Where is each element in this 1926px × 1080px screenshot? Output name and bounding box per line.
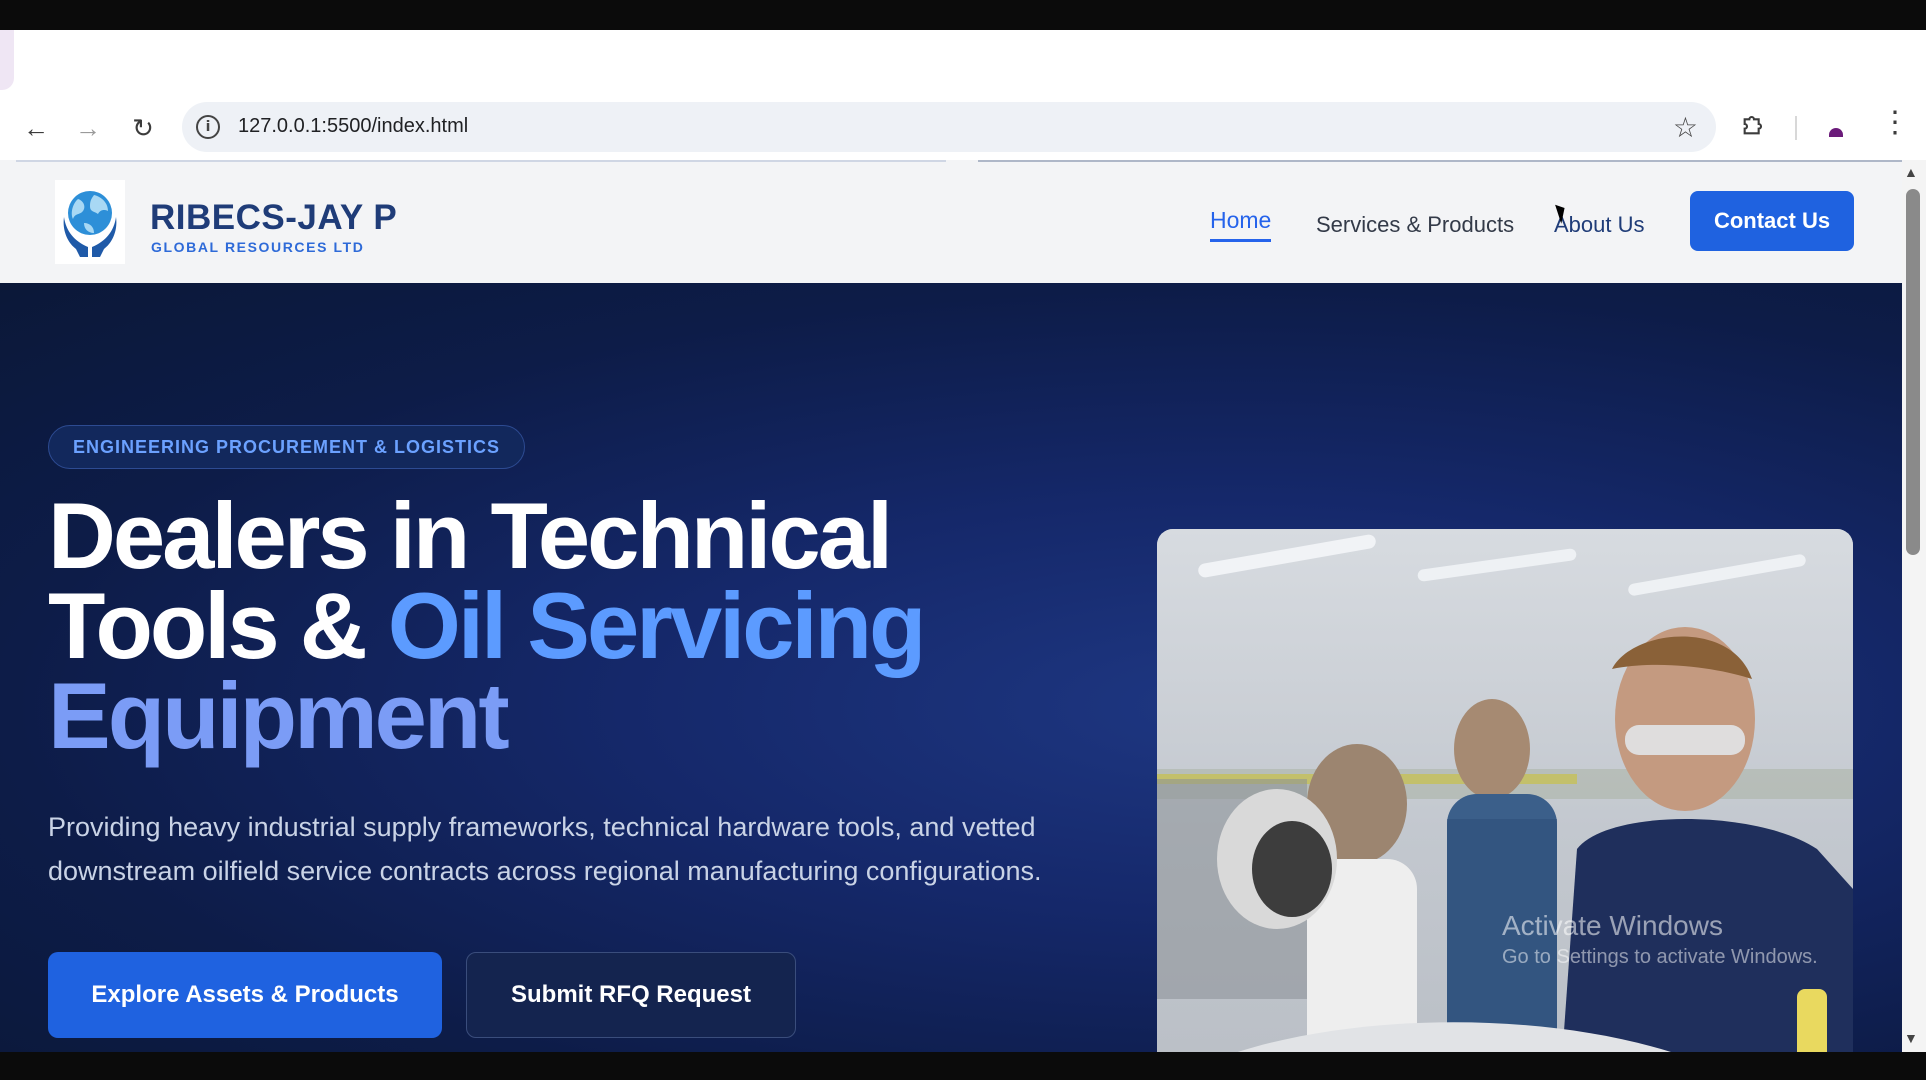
os-top-bar (0, 0, 1926, 30)
brand-name[interactable]: RIBECS-JAY P (150, 198, 397, 238)
contact-us-button[interactable]: Contact Us (1690, 191, 1854, 251)
activate-windows-title: Activate Windows (1502, 910, 1723, 941)
activate-windows-subtitle: Go to Settings to activate Windows. (1502, 946, 1818, 968)
arrow-right-icon[interactable]: → (68, 108, 108, 148)
page-top-line-right (978, 160, 1902, 162)
explore-products-button[interactable]: Explore Assets & Products (48, 952, 442, 1038)
submit-rfq-button[interactable]: Submit RFQ Request (466, 952, 796, 1038)
hero-headline: Dealers in Technical Tools & Oil Servici… (48, 489, 998, 763)
page-viewport: RIBECS-JAY P GLOBAL RESOURCES LTD Home S… (0, 160, 1902, 1052)
hero-description: Providing heavy industrial supply framew… (48, 812, 1042, 886)
info-icon[interactable]: i (196, 115, 220, 139)
nav-services-link[interactable]: Services & Products (1316, 212, 1514, 238)
address-bar[interactable]: i 127.0.0.1:5500/index.html ☆ (182, 102, 1716, 152)
nav-about-link[interactable]: About Us (1554, 212, 1645, 238)
site-header: RIBECS-JAY P GLOBAL RESOURCES LTD Home S… (0, 160, 1902, 283)
star-icon[interactable]: ☆ (1673, 111, 1698, 144)
hero-photo-engineers-image (1157, 529, 1853, 1052)
arrow-left-icon[interactable]: ← (16, 108, 56, 148)
globe-hands-logo-icon[interactable] (55, 180, 125, 264)
reload-icon[interactable]: ↻ (123, 108, 163, 148)
address-url[interactable]: 127.0.0.1:5500/index.html (238, 115, 468, 138)
scroll-up-arrow-icon[interactable]: ▲ (1904, 164, 1918, 180)
page-top-line (16, 160, 946, 162)
screen: ← → ↻ i 127.0.0.1:5500/index.html ☆ ⋮ RI… (0, 0, 1926, 1080)
hero-eyebrow-badge: ENGINEERING PROCUREMENT & LOGISTICS (48, 425, 526, 469)
os-bottom-bar (0, 1052, 1926, 1080)
toolbar-separator (1795, 116, 1797, 140)
nav-home-link[interactable]: Home (1210, 207, 1272, 242)
tab-accent (0, 30, 14, 90)
tab-strip (0, 30, 1926, 96)
kebab-menu-icon[interactable]: ⋮ (1880, 108, 1910, 138)
scroll-down-arrow-icon[interactable]: ▼ (1904, 1030, 1918, 1046)
profile-icon[interactable] (1822, 114, 1850, 142)
puzzle-icon[interactable] (1740, 110, 1768, 145)
browser-toolbar: ← → ↻ i 127.0.0.1:5500/index.html ☆ ⋮ (0, 100, 1926, 156)
browser-chrome: ← → ↻ i 127.0.0.1:5500/index.html ☆ ⋮ (0, 30, 1926, 160)
scrollbar-thumb[interactable] (1906, 189, 1920, 555)
brand-subtitle: GLOBAL RESOURCES LTD (151, 239, 365, 255)
headline-highlight-2: Equipment (48, 663, 510, 768)
